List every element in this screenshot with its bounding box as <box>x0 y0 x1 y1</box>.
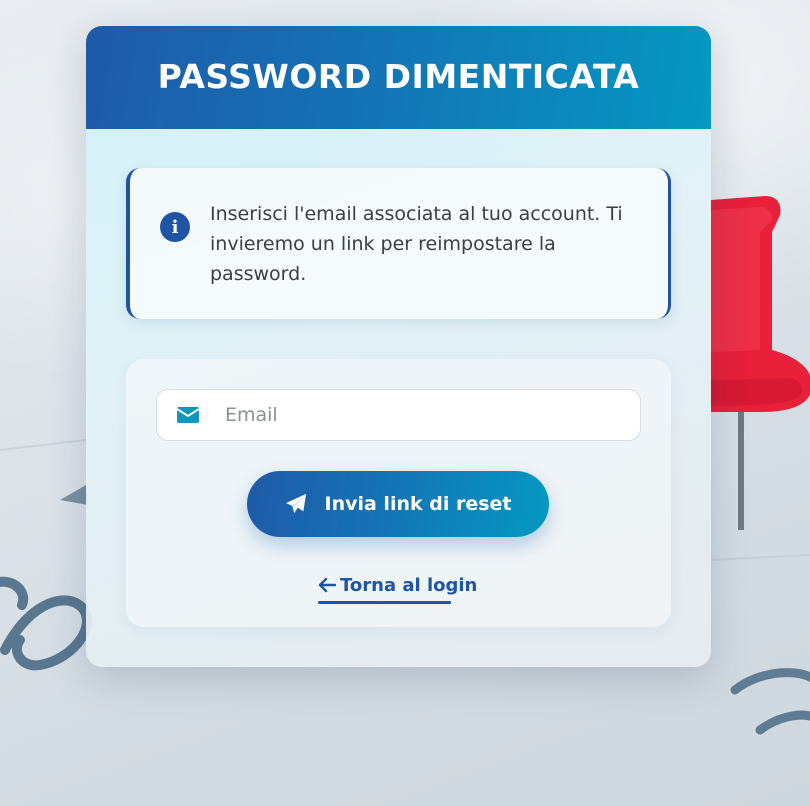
back-to-login-link[interactable]: Torna al login <box>318 570 477 600</box>
paper-plane-icon <box>285 493 306 514</box>
forgot-password-card: PASSWORD DIMENTICATA i Inserisci l'email… <box>86 26 711 667</box>
info-alert: i Inserisci l'email associata al tuo acc… <box>126 168 671 319</box>
page-title: PASSWORD DIMENTICATA <box>157 57 640 96</box>
arrow-left-icon <box>318 577 336 593</box>
envelope-icon <box>177 407 199 423</box>
back-link-underline <box>318 601 451 604</box>
push-pin-decor <box>711 196 810 530</box>
info-text: Inserisci l'email associata al tuo accou… <box>210 203 623 285</box>
back-to-login-label: Torna al login <box>340 574 478 596</box>
send-reset-link-label: Invia link di reset <box>324 493 512 515</box>
card-header: PASSWORD DIMENTICATA <box>86 26 711 129</box>
info-circle-icon: i <box>160 212 190 242</box>
email-input[interactable] <box>225 390 625 440</box>
send-reset-link-button[interactable]: Invia link di reset <box>247 471 549 537</box>
email-field[interactable] <box>156 389 641 441</box>
reset-form: Invia link di reset Torna al login <box>126 359 671 627</box>
